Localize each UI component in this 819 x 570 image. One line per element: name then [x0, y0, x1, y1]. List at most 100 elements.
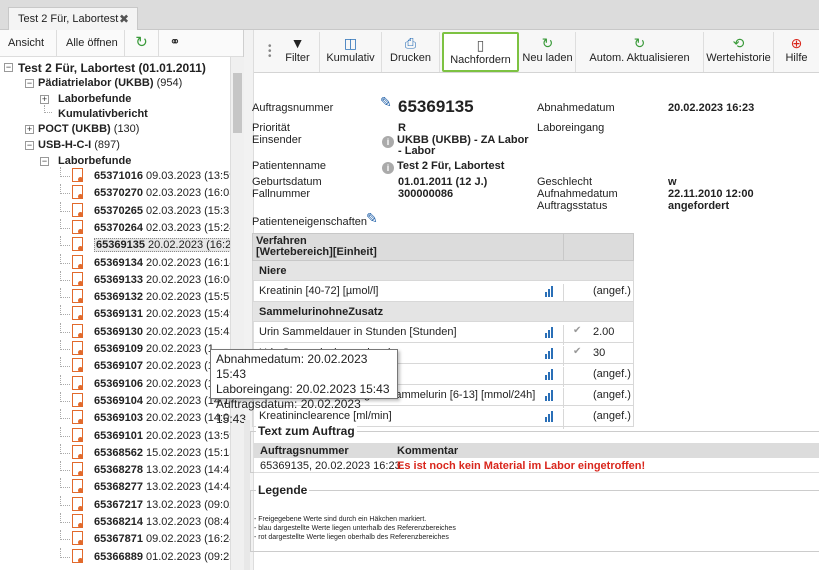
geburtsdatum-value: 01.01.2011 (12 J.) — [398, 176, 488, 188]
tree-order-item[interactable]: 65369109 20.02.2023 (1 — [94, 343, 214, 355]
tree-order-item[interactable]: 65369135 20.02.2023 (16:23 — [94, 238, 230, 253]
tree-connector — [60, 218, 70, 229]
collapse-toggle[interactable]: − — [25, 141, 34, 150]
tab-title: Test 2 Für, Labortest — [18, 13, 119, 25]
einsender-value-2: - Labor — [398, 145, 436, 157]
abnahmedatum-value: 20.02.2023 16:23 — [668, 102, 755, 114]
grip-icon: • • • — [268, 41, 272, 62]
pencil-icon[interactable]: ✎ — [366, 210, 378, 227]
tree-order-item[interactable]: 65369103 20.02.2023 (14:09) — [94, 412, 230, 424]
document-icon — [72, 531, 83, 546]
tree-order-item[interactable]: 65366889 01.02.2023 (09:25) — [94, 551, 230, 563]
bar-chart-icon[interactable] — [545, 286, 556, 297]
binoculars-icon[interactable]: ⚭ — [159, 30, 191, 57]
tree-order-item[interactable]: 65368214 13.02.2023 (08:46) — [94, 516, 230, 528]
tree-order-item[interactable]: 65371016 09.03.2023 (13:59) — [94, 170, 230, 182]
tree-scrollbar[interactable] — [230, 57, 244, 570]
tree-order-item[interactable]: 65367217 13.02.2023 (09:02) — [94, 499, 230, 511]
tree-order-item[interactable]: 65370264 02.03.2023 (15:24) — [94, 222, 230, 234]
label-fallnummer: Fallnummer — [252, 188, 311, 200]
tree-order-item[interactable]: 65368562 15.02.2023 (15:13) — [94, 447, 230, 459]
info-icon[interactable]: i — [382, 162, 394, 174]
tree-order-item[interactable]: 65367871 09.02.2023 (16:24) — [94, 533, 230, 545]
tree-order-item[interactable]: 65369133 20.02.2023 (16:00) — [94, 274, 230, 286]
expand-toggle[interactable]: + — [25, 125, 34, 134]
document-icon — [72, 254, 83, 269]
tree-order-item[interactable]: 65369101 20.02.2023 (13:59) — [94, 430, 230, 442]
print-button[interactable]: ⎙ Drucken — [382, 32, 440, 72]
document-icon — [72, 168, 83, 182]
tree-connector — [60, 547, 70, 558]
text-zum-auftrag-title: Text zum Auftrag — [256, 424, 357, 438]
tree-root[interactable]: Test 2 Für, Labortest (01.01.2011) — [18, 61, 206, 75]
tree-order-item[interactable]: 65369130 20.02.2023 (15:43) — [94, 326, 230, 338]
tree-order-item[interactable]: 65369132 20.02.2023 (15:57) — [94, 291, 230, 303]
tree-connector — [60, 409, 70, 420]
results-row[interactable]: Urin Sammeldauer in Stunden [Stunden] ✔ 2.… — [252, 322, 634, 345]
filter-button[interactable]: ▼ Filter — [276, 32, 320, 72]
info-icon[interactable]: i — [382, 136, 394, 148]
refresh-icon[interactable]: ↻ — [125, 30, 159, 57]
history-button[interactable]: ⟲ Wertehistorie — [704, 32, 774, 72]
collapse-toggle[interactable]: − — [25, 79, 34, 88]
nachfordern-button[interactable]: ▯ Nachfordern — [442, 32, 519, 72]
result-value: (angef.) — [593, 368, 631, 380]
tree-group-paediatrie[interactable]: Pädiatrielabor (UKBB) (954) — [38, 77, 182, 89]
view-button[interactable]: Ansicht — [0, 30, 57, 57]
tree-group-laborbefunde[interactable]: Laborbefunde — [58, 93, 131, 105]
tree-order-item[interactable]: 65369106 20.02.2023 (1 — [94, 378, 214, 390]
tree-group-kumulativ[interactable]: Kumulativbericht — [58, 108, 148, 120]
collapse-toggle[interactable]: − — [40, 157, 49, 166]
tree-connector — [60, 495, 70, 506]
bar-chart-icon[interactable] — [545, 390, 556, 401]
reload-button[interactable]: ↻ Neu laden — [520, 32, 576, 72]
tree-order-item[interactable]: 65369131 20.02.2023 (15:49) — [94, 308, 230, 320]
comment-row[interactable]: 65369135, 20.02.2023 16:23 Es ist noch k… — [254, 458, 819, 473]
tree-tooltip: Abnahmedatum: 20.02.2023 15:43 Laboreing… — [210, 349, 398, 426]
label-einsender: Einsender — [252, 134, 302, 146]
tree-connector — [60, 478, 70, 489]
tree-order-item[interactable]: 65368278 13.02.2023 (14:46) — [94, 464, 230, 476]
tab-patient[interactable]: Test 2 Für, Labortest ✖ — [8, 7, 138, 30]
tree-connector — [60, 426, 70, 437]
tree-group-laborbefunde-usb[interactable]: Laborbefunde — [58, 155, 131, 167]
result-value: (angef.) — [593, 389, 631, 401]
kumulativ-icon: ◫ — [343, 35, 358, 51]
tree-group-poct[interactable]: POCT (UKBB) (130) — [38, 123, 139, 135]
tree-connector — [60, 167, 70, 177]
collapse-toggle[interactable]: − — [4, 63, 13, 72]
history-icon: ⟲ — [732, 35, 745, 51]
tree-group-usb[interactable]: USB-H-C-I (897) — [38, 139, 120, 151]
scrollbar-thumb[interactable] — [233, 73, 242, 133]
auto-refresh-button[interactable]: ↻ Autom. Aktualisieren — [576, 32, 704, 72]
bar-chart-icon[interactable] — [545, 327, 556, 338]
tree-connector — [60, 530, 70, 541]
order-number: 65369135 — [398, 97, 474, 116]
tree-order-item[interactable]: 65370270 02.03.2023 (16:03) — [94, 187, 230, 199]
tree-order-item[interactable]: 65368277 13.02.2023 (14:44) — [94, 481, 230, 493]
document-icon — [72, 444, 83, 459]
tree-order-item[interactable]: 65369134 20.02.2023 (16:18) — [94, 257, 230, 269]
printer-icon: ⎙ — [404, 35, 417, 51]
tree-connector — [60, 288, 70, 299]
label-abnahmedatum: Abnahmedatum — [537, 102, 615, 114]
help-button[interactable]: ⊕ Hilfe — [774, 32, 819, 72]
tree-connector — [60, 374, 70, 385]
close-icon[interactable]: ✖ — [119, 12, 129, 26]
pencil-icon[interactable]: ✎ — [380, 94, 392, 111]
bar-chart-icon[interactable] — [545, 348, 556, 359]
result-value: 2.00 — [593, 326, 615, 338]
results-row[interactable]: Kreatinin [40-72] [µmol/l] (angef.) — [252, 281, 634, 304]
tree-order-item[interactable]: 65369107 20.02.2023 (1 — [94, 360, 214, 372]
bar-chart-icon[interactable] — [545, 369, 556, 380]
expand-toggle[interactable]: + — [40, 95, 49, 104]
bar-chart-icon[interactable] — [545, 411, 556, 422]
document-icon — [72, 548, 83, 563]
tab-bar: Test 2 Für, Labortest ✖ — [0, 0, 819, 30]
refresh-icon: ↻ — [541, 35, 554, 51]
kumulativ-button[interactable]: ◫ Kumulativ — [320, 32, 382, 72]
lifebuoy-icon: ⊕ — [790, 35, 803, 51]
open-all-button[interactable]: Alle öffnen — [57, 30, 125, 57]
document-icon — [72, 392, 83, 407]
tree-order-item[interactable]: 65370265 02.03.2023 (15:31) — [94, 205, 230, 217]
